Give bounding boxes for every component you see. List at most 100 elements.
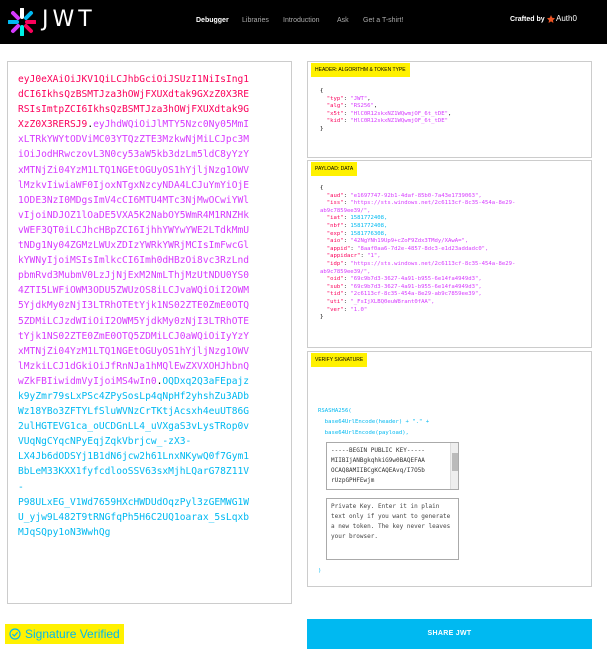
top-navbar: JWT Debugger Libraries Introduction Ask … (0, 0, 607, 44)
json-key: "x5t" (326, 110, 344, 117)
json-key: "sub" (326, 283, 344, 290)
public-key-line: -----BEGIN PUBLIC KEY----- (331, 447, 425, 454)
json-value: "HlC0R12skxNZ1WQwmjOF_6t_tDE" (350, 118, 449, 125)
payload-json-editor[interactable]: { "aud": "e1697747-92b1-4daf-85b0-7a43e1… (320, 185, 515, 322)
private-key-textarea[interactable]: Private Key. Enter it in plain text only… (326, 498, 459, 560)
token-payload-segment: tYjk1NS02ZTE0ZmE0OTQ5ZDMiLCJ0aWQiOiIyYzY (18, 330, 250, 342)
token-line: lMzkiLCJ1dGkiOiJfRnNJa1hMQlEwZXVXOHJhbnQ (18, 359, 281, 374)
json-value: 1581776308, (350, 230, 388, 237)
public-key-scrollbar[interactable] (450, 443, 458, 489)
jwt-logo-icon[interactable] (8, 8, 36, 36)
logo-text: JWT (42, 7, 96, 32)
payload-panel-title: PAYLOAD: DATA (311, 162, 358, 176)
token-signature-segment: P98ULxEG_V1Wd7659HXcHWDUdOqzPyl3zGEMWG1W (18, 496, 250, 508)
auth0-star-icon[interactable] (547, 15, 555, 23)
token-line: U_yjw9L482T9tRNGfqPh5H6C2UQ1oarax_5sLqxb (18, 510, 281, 525)
token-line: 4ZTI5LWFiOWM3ODU5ZWUzOS8iLCJvaWQiOiI2OWM (18, 283, 281, 298)
token-payload-segment: wZkFBIiwidmVyIjoiMS4wIn0 (18, 375, 157, 387)
public-key-textarea[interactable]: -----BEGIN PUBLIC KEY----- MIIBIjANBgkqhk… (326, 442, 459, 490)
json-key: "ver" (326, 306, 344, 313)
json-value: "42NgYNh19Up9+cZoF9Zdx3TMdy/XAwA=", (350, 238, 469, 245)
token-payload-segment: xMTNjZi04YzM1LTQ1NGEtOGUyOS1hYjljNzg1OWV (18, 345, 250, 357)
json-key: "kid" (326, 118, 344, 125)
public-key-line: OCAQ8AMIIBCgKCAQEAvq/I7O5b (331, 467, 425, 474)
nav-debugger[interactable]: Debugger (196, 17, 229, 24)
json-key: "appid" (326, 245, 351, 252)
share-jwt-button[interactable]: SHARE JWT (307, 619, 592, 649)
token-line: k9yZmr79sLxPSc4ZPySosLp4qNpHf2yhshZu3ADb (18, 389, 281, 404)
nav-tshirt[interactable]: Get a T-shirt! (363, 17, 403, 24)
nav-introduction[interactable]: Introduction (283, 17, 320, 24)
json-comma: , (373, 103, 378, 110)
token-payload-segment: pbmRvd3MubmV0LzJjNjExM2NmLThjMzUtNDU0YS0 (18, 270, 250, 282)
json-value: ab9c7859ee39/", (320, 268, 371, 275)
token-line: 5ZDMiLCJzdWIiOiI2OWM5YjdkMy0zNjI3LTRhOTE (18, 314, 281, 329)
json-key: "oid" (326, 276, 344, 283)
token-payload-segment: 5ZDMiLCJzdWIiOiI2OWM5YjdkMy0zNjI3LTRhOTE (18, 315, 250, 327)
json-key: "appidacr" (326, 253, 361, 260)
token-payload-segment: 1ODE3NzI0MDgsImV4cCI6MTU4MTc3NjMwOCwiYWl (18, 194, 250, 206)
token-signature-segment: - (18, 481, 24, 493)
token-signature-segment: MJqSQpy1oN3WwhQg (18, 526, 111, 538)
header-json-editor[interactable]: { "typ": "JWT", "alg": "RS256", "x5t": "… (320, 88, 451, 134)
json-key: "iss" (326, 200, 344, 207)
token-signature-segment: OQDxq2Q3aFEpajz (162, 375, 250, 387)
token-header-segment: dCI6IkhsQzBSMTJza3hOWjFXUXdtak9GXzZ0X3RE (18, 89, 250, 101)
auth0-brand[interactable]: Auth0 (556, 14, 577, 23)
json-value: "RS256" (350, 103, 374, 110)
token-signature-segment: 2ulHGTEVG1ca_oUCDGnLL4_uVXgaS3vLysTRop0v (18, 421, 250, 433)
token-line: kYWNyIjoiMSIsImlkcCI6Imh0dHBzOi8vc3RzLnd (18, 253, 281, 268)
json-key: "typ" (326, 95, 344, 102)
token-line: - (18, 480, 281, 495)
json-key: "nbf" (326, 222, 344, 229)
crafted-by-label: Crafted by (510, 16, 545, 23)
encoded-token-text[interactable]: eyJ0eXAiOiJKV1QiLCJhbGciOiJSUzI1NiIsIng1… (18, 72, 281, 540)
json-value: "JWT" (350, 95, 368, 102)
nav-libraries[interactable]: Libraries (242, 17, 269, 24)
json-comma: , (367, 95, 371, 102)
token-header-segment: XzZ0X3RERSJ9 (18, 119, 88, 131)
json-value: 1581772408, (350, 215, 388, 222)
json-key: "iat" (326, 215, 344, 222)
payload-panel: PAYLOAD: DATA { "aud": "e1697747-92b1-4d… (307, 160, 592, 348)
json-brace: } (320, 314, 324, 321)
json-value: "HlC0R12skxNZ1WQwmjOF_6t_tDE" (350, 110, 449, 117)
token-line: dCI6IkhsQzBSMTJza3hOWjFXUXdtak9GXzZ0X3RE (18, 87, 281, 102)
encoded-token-editor[interactable]: eyJ0eXAiOiJKV1QiLCJhbGciOiJSUzI1NiIsIng1… (7, 61, 292, 604)
token-line: xMTNjZi04YzM1LTQ1NGEtOGUyOS1hYjljNzg1OWV (18, 344, 281, 359)
token-payload-segment: kYWNyIjoiMSIsImlkcCI6Imh0dHBzOi8vc3RzLnd (18, 255, 250, 267)
json-key: "aud" (326, 192, 344, 199)
token-payload-segment: xMTNjZi04YzM1LTQ1NGEtOGUyOS1hYjljNzg1OWV (18, 164, 250, 176)
token-header-segment: RSIsImtpZCI6IkhsQzBSMTJza3hOWjFXUXdtak9G (18, 104, 250, 116)
token-line: vWEF3QT0iLCJhcHBpZCI6IjhhYWYwYWE2LTdkMmU (18, 223, 281, 238)
token-line: lMzkvIiwiaWF0IjoxNTgxNzcyNDA4LCJuYmYiOjE (18, 178, 281, 193)
json-value: "2c6113cf-8c35-454a-8e29-ab9c7859ee39", (350, 291, 482, 298)
token-line: RSIsImtpZCI6IkhsQzBSMTJza3hOWjFXUXdtak9G (18, 102, 281, 117)
token-line: tNDg1Ny04ZGMzLWUxZDIzYWRkYWRjMCIsImFwcGl (18, 238, 281, 253)
token-payload-segment: xLTRkYWYtODViMC03YTQzZTE3MzkwNjMiLCJpc3M (18, 134, 250, 146)
json-brace: { (320, 88, 324, 94)
nav-ask[interactable]: Ask (337, 17, 349, 24)
signature-verified-label: Signature Verified (25, 627, 120, 641)
token-line: vIjoiNDJOZ1lOaDE5VXA5K2NabOY5WmR4M1RNZHk (18, 208, 281, 223)
token-signature-segment: k9yZmr79sLxPSc4ZPySosLp4qNpHf2yhshZu3ADb (18, 390, 250, 402)
signature-payload-arg: base64UrlEncode(payload), (318, 430, 409, 436)
token-line: P98ULxEG_V1Wd7659HXcHWDUdOqzPyl3zGEMWG1W (18, 495, 281, 510)
token-payload-segment: tNDg1Ny04ZGMzLWUxZDIzYWRkYWRjMCIsImFwcGl (18, 240, 250, 252)
json-brace: { (320, 185, 324, 191)
json-value: "8aaf0aa6-7d2e-4857-8dc3-e1d23addadc0", (357, 245, 489, 252)
public-key-line: rUzpGPHFEwjm (331, 477, 375, 484)
json-key: "exp" (326, 230, 344, 237)
json-key: "uti" (326, 298, 344, 305)
token-line: wZkFBIiwidmVyIjoiMS4wIn0.OQDxq2Q3aFEpajz (18, 374, 281, 389)
